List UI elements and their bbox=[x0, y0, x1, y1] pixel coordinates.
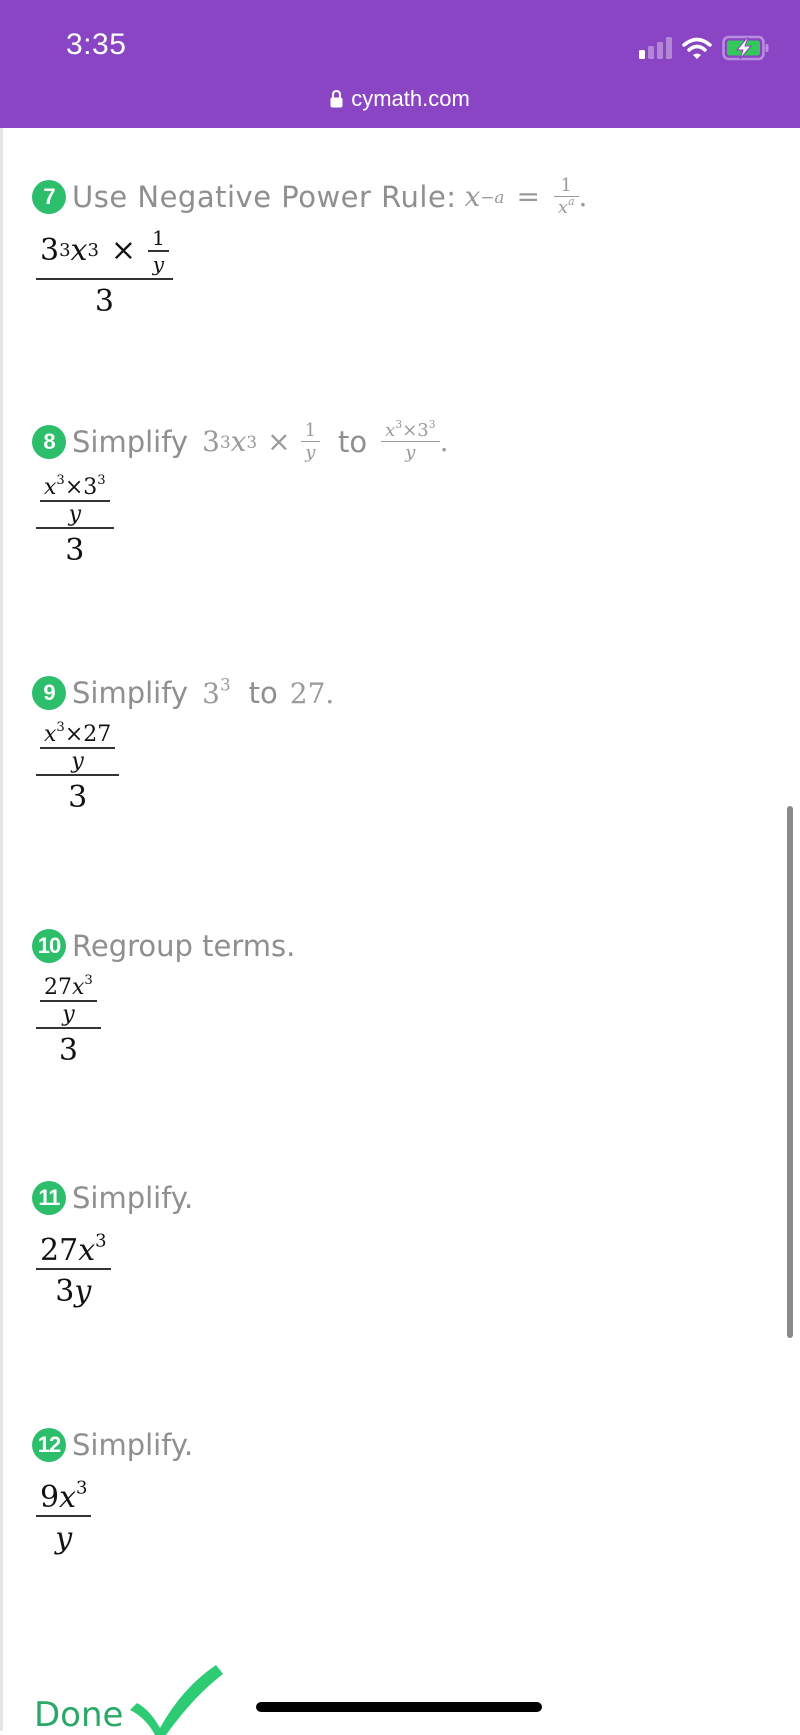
clock-time: 3:35 bbox=[66, 28, 127, 61]
step-number-badge: 10 bbox=[32, 929, 66, 963]
step-description: Regroup terms. bbox=[72, 929, 296, 963]
status-icons bbox=[639, 35, 770, 61]
step-number-badge: 8 bbox=[32, 424, 66, 459]
step-number-badge: 12 bbox=[32, 1428, 66, 1462]
step-result-expression: x3×27 y 3 bbox=[36, 721, 334, 815]
step-8: 8 Simplify 33x3 × 1y to x3×33 y . x3×33 y… bbox=[32, 419, 449, 568]
step-description: Simplify. bbox=[72, 1181, 194, 1215]
step-expression: 33 bbox=[202, 673, 231, 710]
page-left-border bbox=[0, 128, 3, 1731]
url-text: cymath.com bbox=[351, 86, 470, 111]
address-bar[interactable]: cymath.com bbox=[0, 86, 800, 112]
step-description: Simplify bbox=[72, 424, 189, 459]
vertical-scrollbar[interactable] bbox=[787, 806, 793, 1338]
step-expression: 33x3 × 1y bbox=[202, 420, 321, 463]
battery-charging-icon bbox=[722, 35, 769, 61]
step-number-badge: 11 bbox=[32, 1181, 66, 1215]
step-10: 10 Regroup terms. 27x3 y 3 bbox=[32, 929, 295, 1068]
step-result-expression: 9x3 y bbox=[36, 1479, 193, 1556]
home-indicator[interactable] bbox=[256, 1702, 542, 1712]
step-description: Simplify. bbox=[72, 1428, 194, 1462]
browser-status-bar: 3:35 cymath.com bbox=[0, 0, 800, 128]
step-target-expression: 27. bbox=[289, 676, 335, 710]
step-result-expression: 27x3 3y bbox=[36, 1232, 193, 1309]
step-description: Use Negative Power Rule: bbox=[72, 179, 457, 214]
step-11: 11 Simplify. 27x3 3y bbox=[32, 1181, 193, 1309]
negative-power-rule-formula: x −a = 1 xa . bbox=[464, 175, 588, 218]
step-result-expression: 27x3 y 3 bbox=[36, 974, 295, 1068]
step-7: 7 Use Negative Power Rule: x −a = 1 xa . … bbox=[32, 175, 587, 319]
cellular-signal-icon bbox=[639, 37, 672, 59]
step-result-expression: x3×33 y 3 bbox=[36, 474, 449, 568]
wifi-icon bbox=[682, 37, 712, 59]
step-result-expression: 33x3 × 1y 3 bbox=[36, 226, 587, 319]
step-target-expression: x3×33 y . bbox=[381, 419, 449, 463]
step-12: 12 Simplify. 9x3 y bbox=[32, 1428, 193, 1556]
checkmark-icon bbox=[130, 1665, 223, 1735]
lock-icon bbox=[330, 90, 343, 108]
step-description: Simplify bbox=[72, 676, 189, 710]
step-number-badge: 9 bbox=[32, 676, 66, 710]
step-9: 9 Simplify 33 to 27. x3×27 y 3 bbox=[32, 676, 334, 815]
step-number-badge: 7 bbox=[32, 179, 66, 214]
